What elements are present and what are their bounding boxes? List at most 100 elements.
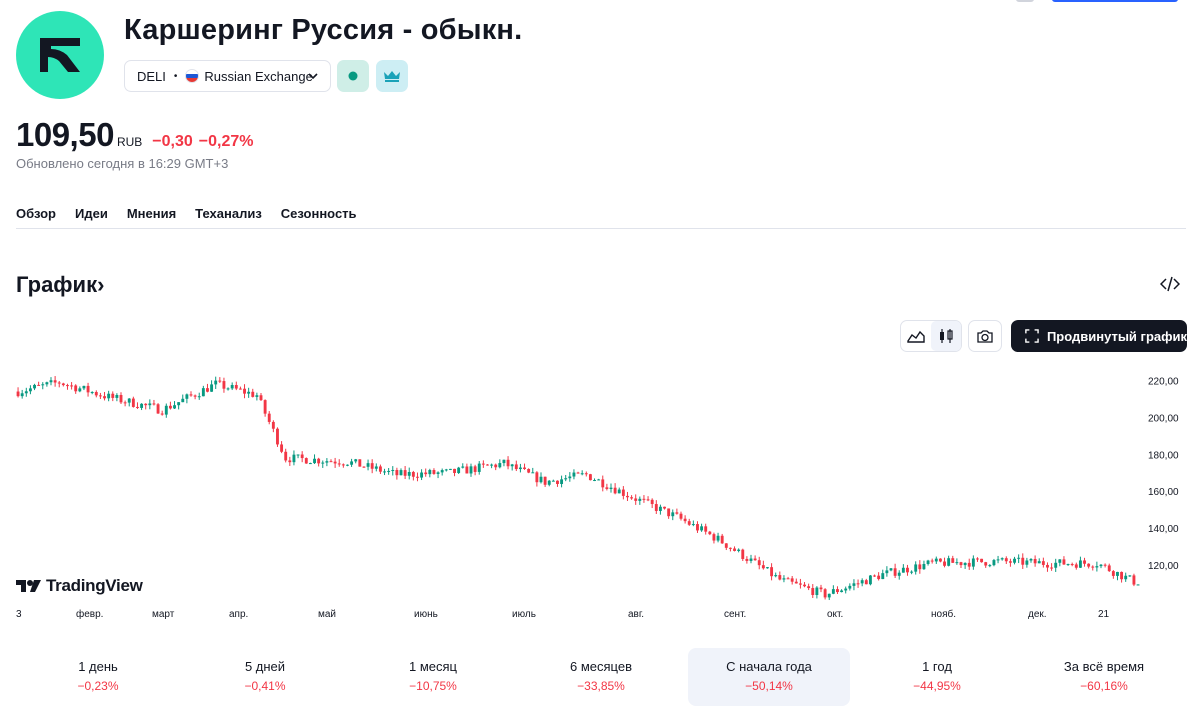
candle-body — [1103, 564, 1107, 566]
advanced-chart-button[interactable]: Продвинутый график — [1011, 320, 1187, 352]
candle-body — [387, 470, 391, 472]
top-scroll-artifact — [1016, 0, 1034, 2]
candle-body — [329, 461, 333, 463]
candle-body — [1008, 561, 1012, 563]
candle-body — [914, 564, 918, 572]
candle-body — [263, 400, 267, 414]
candle-body — [173, 405, 176, 409]
candle-body — [778, 575, 782, 580]
candle-body — [728, 547, 732, 549]
period-5-days[interactable]: 5 дней −0,41% — [184, 648, 346, 706]
candle-body — [296, 454, 300, 456]
candle-body — [980, 558, 984, 563]
candle-body — [1087, 563, 1091, 567]
price-change-percent: −0,27% — [198, 133, 254, 150]
market-open-badge[interactable] — [337, 60, 369, 92]
candle-body — [1058, 559, 1062, 563]
chart-section-title[interactable]: График› — [16, 272, 104, 298]
candle-body — [922, 563, 926, 570]
period-change: −60,16% — [1080, 679, 1128, 693]
candle-body — [704, 526, 708, 532]
candle-body — [1120, 571, 1124, 580]
crown-badge[interactable] — [376, 60, 408, 92]
candle-body — [782, 578, 786, 580]
candle-body — [103, 396, 106, 399]
candle-body — [1132, 575, 1136, 585]
area-chart-button[interactable] — [901, 321, 931, 351]
candle-body — [498, 463, 502, 468]
period-all-time[interactable]: За всё время −60,16% — [1023, 648, 1185, 706]
candle-body — [626, 495, 629, 498]
candle-body — [547, 480, 551, 485]
chart-style-group — [900, 320, 962, 352]
period-label: С начала года — [726, 659, 812, 674]
candle-body — [374, 466, 378, 469]
ticker-label: DELI — [137, 68, 166, 84]
candle-body — [967, 562, 971, 567]
candle-body — [963, 562, 967, 566]
period-1-day[interactable]: 1 день −0,23% — [17, 648, 179, 706]
candle-body — [860, 580, 864, 584]
candle-body — [642, 498, 646, 500]
embed-code-icon[interactable] — [1160, 276, 1180, 292]
candle-body — [807, 586, 811, 589]
candle-body — [222, 381, 226, 389]
candle-body — [580, 473, 584, 475]
exchange-selector[interactable]: DELI • Russian Exchange — [124, 60, 331, 92]
period-6-months[interactable]: 6 месяцев −33,85% — [520, 648, 682, 706]
candle-body — [1074, 564, 1078, 568]
chevron-down-icon — [308, 73, 318, 80]
candle-body — [959, 562, 963, 566]
candle-chart-button[interactable] — [931, 321, 961, 351]
candle-body — [383, 471, 386, 473]
candle-body — [66, 385, 69, 387]
candle-body — [741, 549, 745, 559]
candle-body — [1083, 560, 1086, 564]
candle-body — [551, 480, 555, 482]
candle-body — [761, 565, 765, 569]
tradingview-brand[interactable]: TradingView — [16, 576, 143, 596]
candle-body — [560, 479, 564, 484]
candle-body — [300, 454, 304, 459]
period-label: 5 дней — [244, 659, 286, 674]
candle-body — [687, 521, 691, 525]
snapshot-button[interactable] — [970, 321, 1000, 351]
candle-body — [123, 402, 127, 404]
candle-body — [1066, 564, 1070, 566]
candle-body — [749, 558, 753, 561]
candle-body — [119, 395, 123, 403]
candle-body — [115, 395, 119, 398]
candle-body — [148, 403, 152, 406]
candle-body — [206, 388, 209, 392]
candle-body — [494, 464, 498, 468]
candle-body — [1136, 584, 1140, 586]
candle-body — [798, 583, 802, 585]
candle-body — [1046, 564, 1049, 568]
candle-body — [424, 472, 428, 475]
candle-body — [432, 470, 436, 474]
candle-body — [984, 562, 988, 566]
y-axis-tick: 120,00 — [1148, 561, 1179, 572]
candle-body — [654, 504, 658, 511]
x-axis-label: апр. — [229, 609, 248, 620]
candle-body — [691, 524, 695, 526]
candle-body — [82, 385, 86, 389]
price-change: −0,30 — [152, 133, 193, 150]
candle-body — [926, 560, 930, 564]
candle-body — [708, 531, 712, 535]
period-ytd[interactable]: С начала года −50,14% — [688, 648, 850, 706]
candle-body — [226, 388, 230, 390]
candle-body — [444, 469, 448, 471]
candle-body — [94, 392, 98, 396]
period-1-year[interactable]: 1 год −44,95% — [856, 648, 1018, 706]
candle-body — [325, 461, 329, 463]
candle-body — [41, 384, 45, 386]
period-1-month[interactable]: 1 месяц −10,75% — [352, 648, 514, 706]
top-action-artifact[interactable] — [1052, 0, 1178, 2]
candle-body — [897, 572, 901, 576]
candle-body — [951, 558, 955, 563]
candle-body — [255, 395, 259, 397]
price-chart[interactable]: 220,00 200,00 180,00 160,00 140,00 120,00 3 фев… — [0, 362, 1200, 624]
candle-body — [362, 466, 366, 468]
candle-body — [247, 391, 251, 394]
